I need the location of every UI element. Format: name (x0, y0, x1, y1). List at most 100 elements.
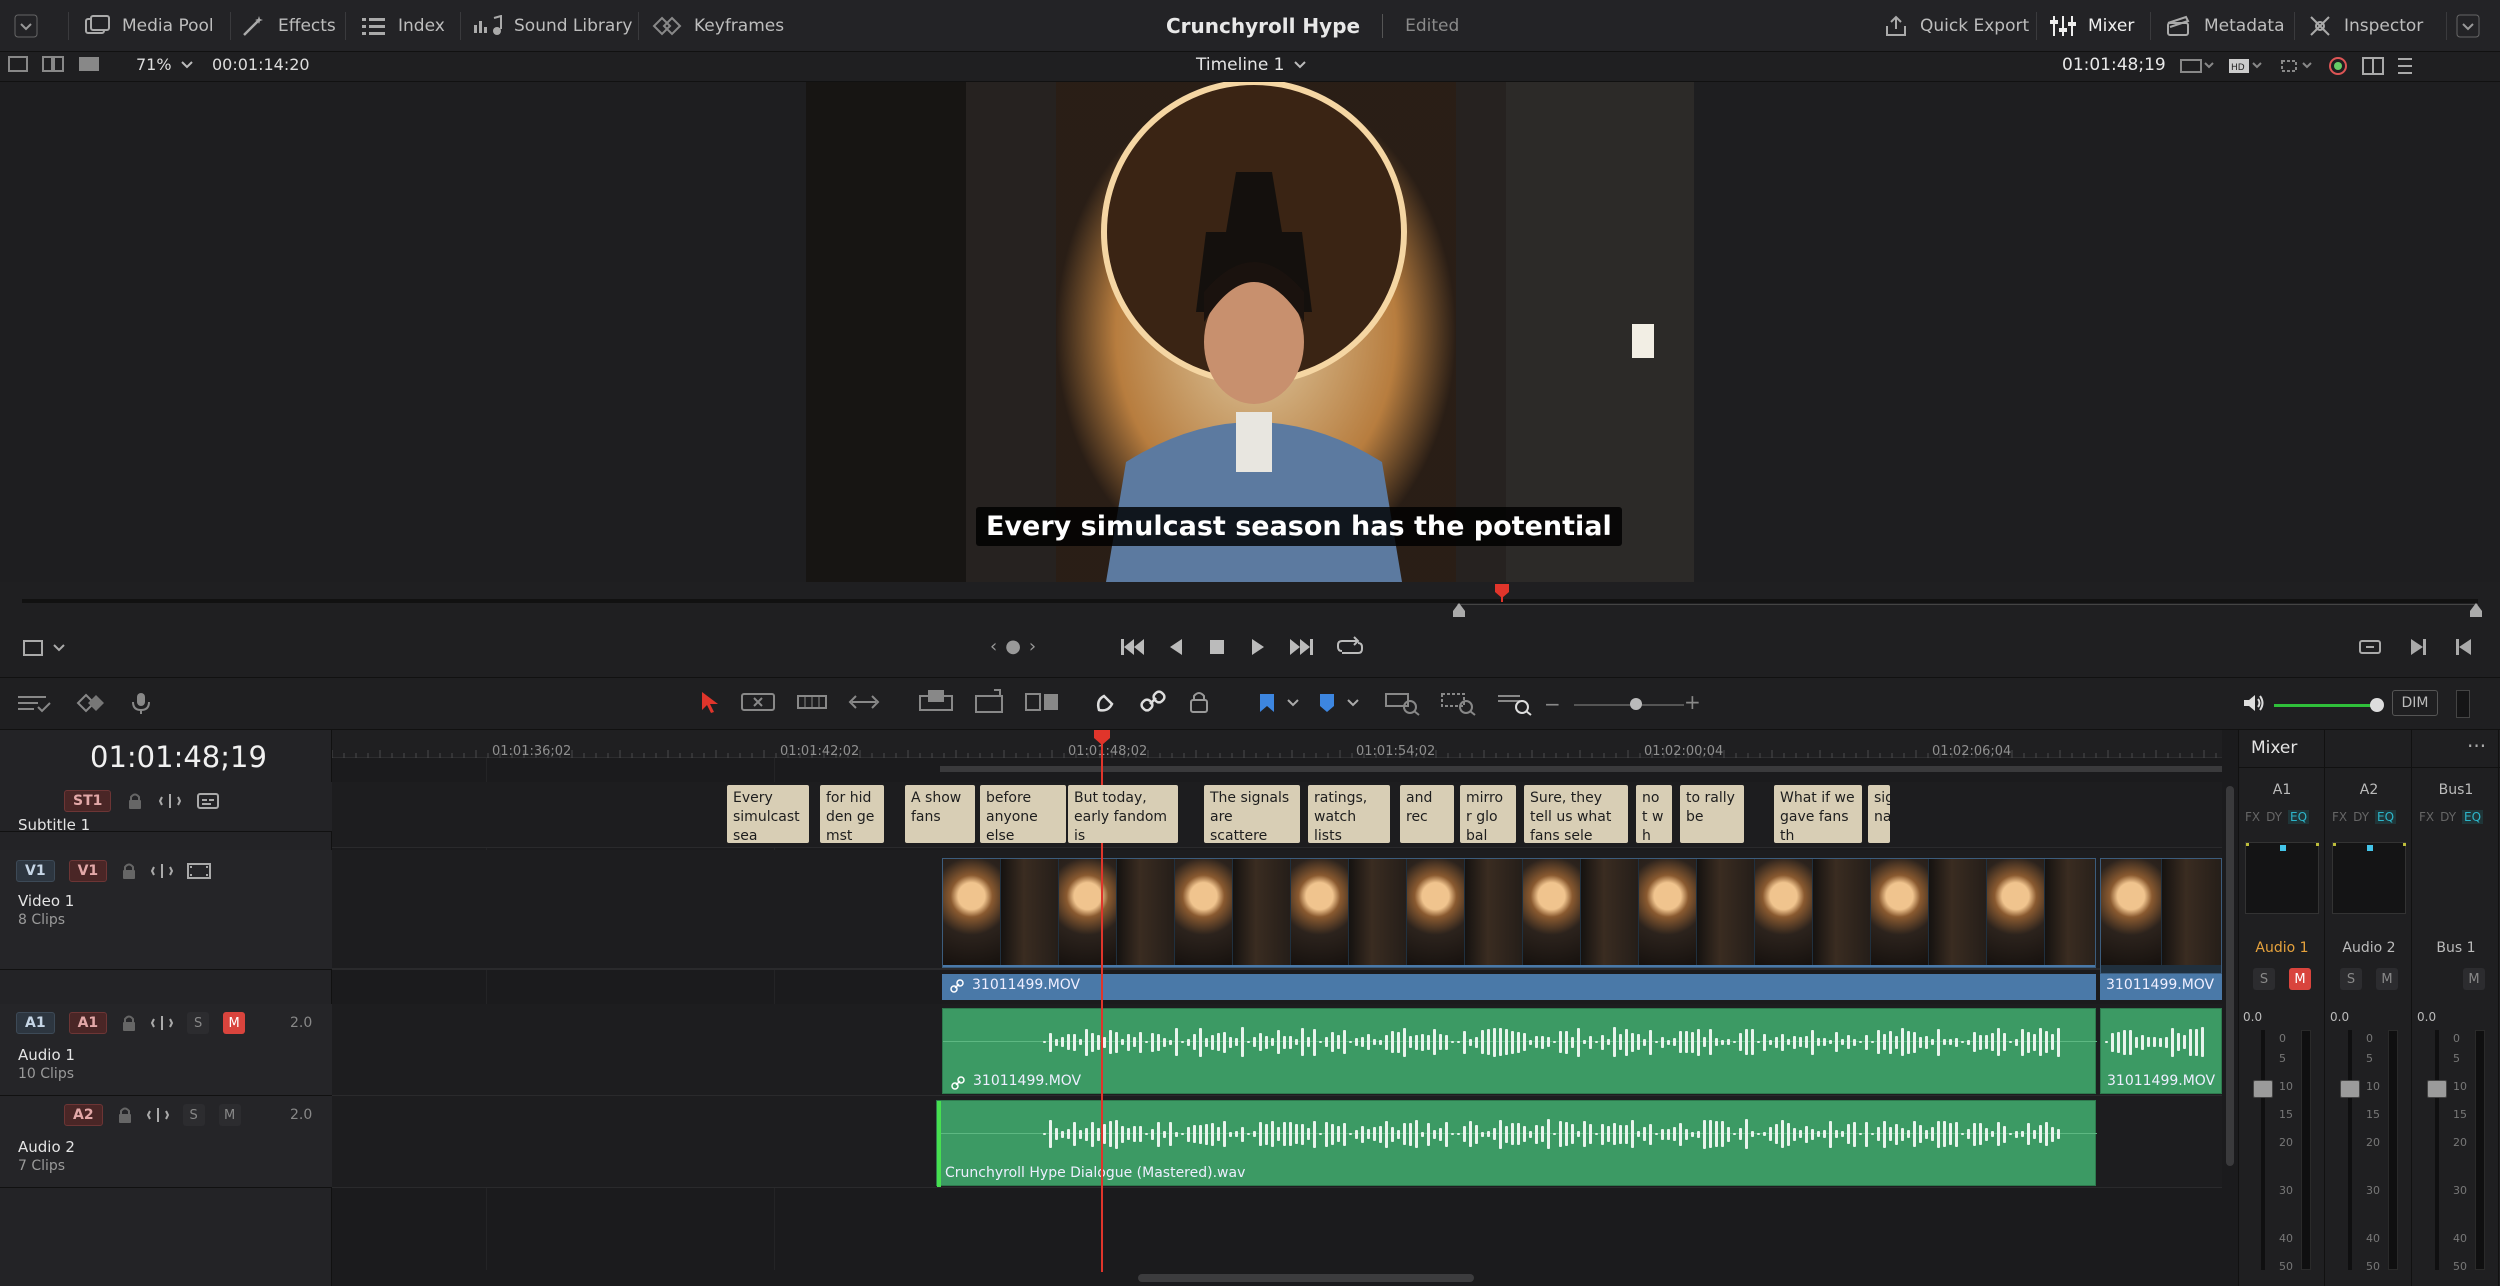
transform-icon[interactable] (2278, 58, 2314, 74)
inspector-button[interactable]: Inspector (2308, 0, 2423, 52)
aspect-icon[interactable] (2180, 58, 2214, 74)
mixer-solo-button[interactable]: S (2340, 968, 2362, 990)
subtitle-clip[interactable]: Every simulcast sea (727, 785, 809, 843)
voiceover-mic-icon[interactable] (130, 692, 152, 714)
dynamics-button[interactable]: DY (2353, 810, 2369, 824)
dynamics-button[interactable]: DY (2440, 810, 2456, 824)
dim-button[interactable]: DIM (2392, 690, 2438, 716)
media-pool-button[interactable]: Media Pool (84, 0, 214, 52)
chevron-down-icon[interactable] (1286, 698, 1300, 708)
skip-to-end-icon[interactable] (1288, 637, 1314, 657)
timeline-zoom-slider[interactable] (1574, 704, 1684, 706)
audio2-mute-button[interactable]: M (218, 1104, 241, 1126)
audio1-clip-2[interactable]: 31011499.MOV (2100, 1008, 2222, 1094)
quick-export-button[interactable]: Quick Export (1884, 0, 2029, 52)
blade-tool-icon[interactable] (848, 690, 880, 714)
video-visible-icon[interactable] (187, 862, 212, 880)
marker-icon[interactable] (1318, 692, 1336, 714)
jog-control[interactable]: ‹ ● › (990, 636, 1036, 657)
speaker-icon[interactable] (2242, 692, 2266, 714)
effects-button[interactable]: Effects (240, 0, 336, 52)
zoom-custom-icon[interactable] (1496, 690, 1532, 716)
video-clip-1[interactable] (942, 858, 2096, 968)
audio2-solo-button[interactable]: S (182, 1104, 205, 1126)
audio1-dest-badge[interactable]: A1 (68, 1012, 108, 1034)
subtitle-clip[interactable]: to rally be (1680, 785, 1744, 843)
hd-monitor-icon[interactable]: HD (2228, 58, 2264, 74)
insert-clip-icon[interactable] (918, 688, 954, 716)
selection-arrow-icon[interactable] (700, 690, 720, 714)
timeline-area[interactable]: 01:01:36;02 01:01:42;02 01:01:48;02 01:0… (332, 730, 2222, 1286)
fx-button[interactable]: FX (2245, 810, 2260, 824)
mixer-button[interactable]: Mixer (2050, 0, 2134, 52)
lock-icon[interactable] (117, 1106, 133, 1124)
play-icon[interactable] (1248, 637, 1266, 657)
master-volume-slider[interactable] (2274, 704, 2378, 707)
previous-edit-icon[interactable] (2454, 637, 2474, 657)
video-clip-2-label-bar[interactable]: 31011499.MOV (2100, 974, 2222, 1000)
caption-icon[interactable] (197, 792, 220, 810)
overwrite-clip-icon[interactable] (974, 688, 1004, 716)
skip-to-start-icon[interactable] (1120, 637, 1146, 657)
more-options-icon[interactable] (2398, 56, 2412, 76)
lock-icon[interactable] (121, 862, 137, 880)
layout-full-icon[interactable] (78, 56, 100, 72)
chevron-down-icon[interactable] (1346, 698, 1360, 708)
subtitle-clip[interactable]: What if we gave fans th (1774, 785, 1862, 843)
subtitle-clip[interactable]: A show fans (905, 785, 975, 843)
master-volume-knob[interactable] (2370, 698, 2384, 712)
timeline-selector[interactable]: Timeline 1 (1196, 55, 1307, 75)
in-point-marker[interactable] (1453, 602, 1465, 622)
linked-selection-icon[interactable] (1140, 690, 1166, 714)
audio1-mute-button[interactable]: M (223, 1012, 246, 1034)
timeline-zoom-knob[interactable] (1630, 698, 1642, 710)
layout-single-icon[interactable] (8, 56, 28, 72)
subtitle-clip[interactable]: ratings, watch lists (1308, 785, 1390, 843)
lock-icon[interactable] (121, 1014, 137, 1032)
fx-button[interactable]: FX (2419, 810, 2434, 824)
viewer-scrub-bar[interactable] (0, 582, 2500, 622)
zoom-dropdown[interactable]: 71% (136, 55, 194, 74)
eq-button[interactable]: EQ (2462, 810, 2484, 824)
match-frame-icon[interactable] (2358, 637, 2382, 657)
audio1-source-badge[interactable]: A1 (16, 1012, 55, 1034)
channel-fader[interactable] (2253, 1080, 2273, 1098)
auto-select-icon[interactable] (151, 862, 174, 880)
timeline-ruler[interactable]: 01:01:36;02 01:01:42;02 01:01:48;02 01:0… (332, 730, 2222, 759)
zoom-out-icon[interactable]: − (1544, 692, 1561, 716)
color-wheel-icon[interactable] (2328, 56, 2348, 76)
subtitle-track-badge[interactable]: ST1 (64, 790, 112, 812)
video-clip-1-label-bar[interactable]: 31011499.MOV (942, 974, 2096, 1000)
viewer-mode-icon[interactable] (22, 638, 44, 658)
playhead-marker[interactable] (1495, 584, 1509, 607)
split-view-icon[interactable] (2362, 57, 2384, 75)
trim-tool-icon[interactable] (740, 690, 776, 714)
timeline-horizontal-scrollbar[interactable] (332, 1270, 2222, 1286)
workspace-toggle-button[interactable] (14, 0, 38, 52)
zoom-in-icon[interactable]: + (1684, 690, 1701, 714)
zoom-full-icon[interactable] (1384, 690, 1420, 716)
auto-select-icon[interactable] (159, 792, 182, 810)
mixer-mute-button[interactable]: M (2463, 968, 2485, 990)
video-source-badge[interactable]: V1 (16, 860, 55, 882)
subtitle-clip[interactable]: no t w h (1636, 785, 1672, 843)
subtitle-clip[interactable]: sig nal (1868, 785, 1890, 843)
metadata-button[interactable]: Metadata (2166, 0, 2285, 52)
video-frame[interactable]: Every simulcast season has the potential (806, 82, 1694, 582)
subtitle-clip[interactable]: before anyone else (980, 785, 1066, 843)
subtitle-clip[interactable]: for hid den ge mst (820, 785, 884, 843)
next-edit-icon[interactable] (2408, 637, 2428, 657)
fx-button[interactable]: FX (2332, 810, 2347, 824)
layout-dual-icon[interactable] (42, 56, 64, 72)
audio2-dest-badge[interactable]: A2 (64, 1104, 103, 1126)
sound-library-button[interactable]: Sound Library (474, 0, 632, 52)
pan-control[interactable] (2245, 842, 2319, 914)
audio1-clip-1[interactable]: 31011499.MOV (942, 1008, 2097, 1094)
mixer-mute-button[interactable]: M (2289, 968, 2311, 990)
keyframes-button[interactable]: Keyframes (652, 0, 784, 52)
keyframe-toggle-icon[interactable] (76, 692, 106, 714)
auto-select-icon[interactable] (146, 1106, 169, 1124)
channel-fader[interactable] (2340, 1080, 2360, 1098)
flag-icon[interactable] (1258, 692, 1276, 714)
meter-toggle[interactable] (2456, 690, 2470, 718)
